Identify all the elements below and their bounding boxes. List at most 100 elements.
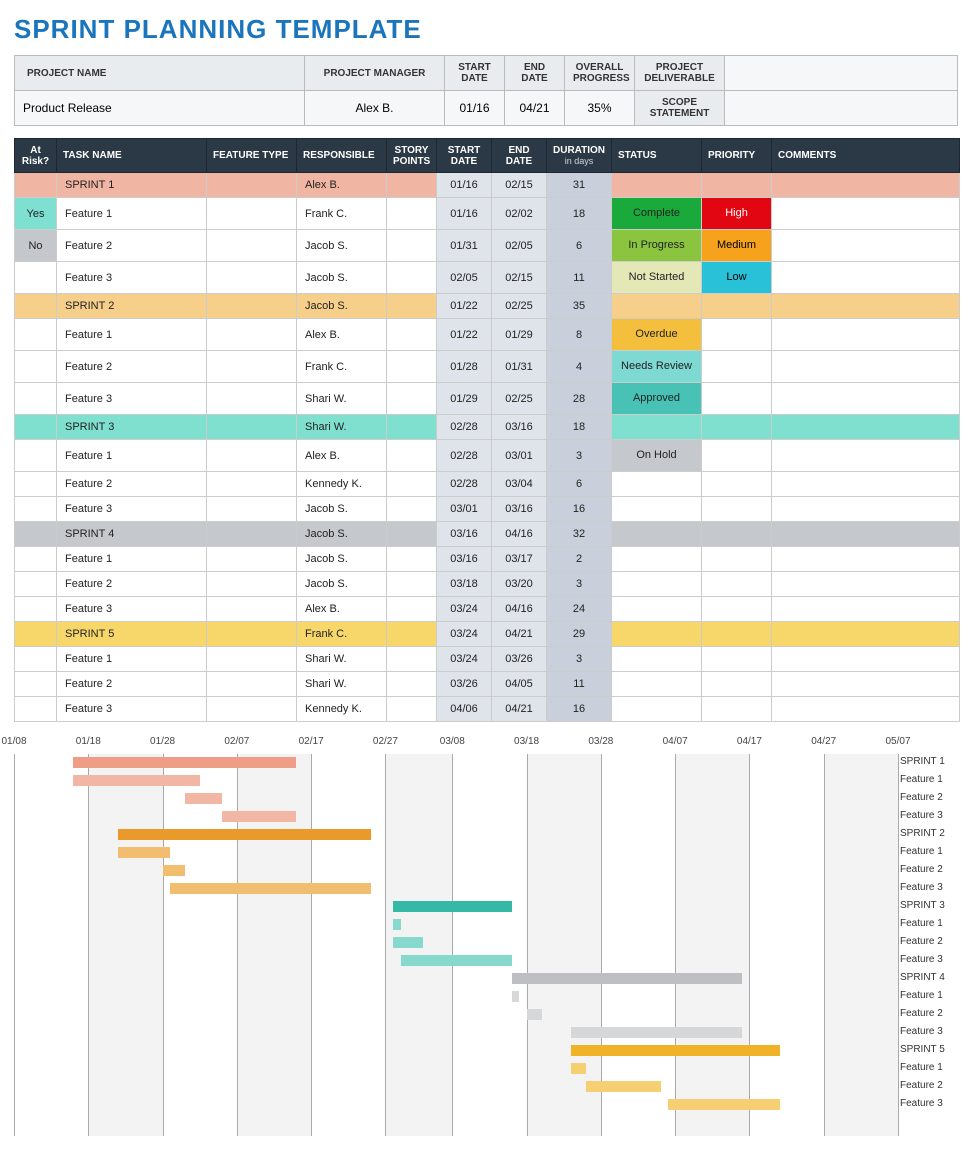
comments-cell[interactable] bbox=[772, 497, 960, 522]
story-points-cell[interactable] bbox=[387, 697, 437, 722]
story-points-cell[interactable] bbox=[387, 262, 437, 294]
at-risk-cell[interactable] bbox=[15, 672, 57, 697]
feature-type-cell[interactable] bbox=[207, 672, 297, 697]
responsible-cell[interactable]: Jacob S. bbox=[297, 230, 387, 262]
end-date-cell[interactable]: 01/31 bbox=[492, 351, 547, 383]
task-name-cell[interactable]: Feature 3 bbox=[57, 383, 207, 415]
task-row[interactable]: Feature 1Alex B.01/2201/298Overdue bbox=[15, 319, 960, 351]
comments-cell[interactable] bbox=[772, 230, 960, 262]
at-risk-cell[interactable] bbox=[15, 522, 57, 547]
at-risk-cell[interactable] bbox=[15, 262, 57, 294]
at-risk-cell[interactable] bbox=[15, 647, 57, 672]
end-date-cell[interactable]: 03/20 bbox=[492, 572, 547, 597]
end-date-cell[interactable]: 02/25 bbox=[492, 294, 547, 319]
start-date-cell[interactable]: 03/01 bbox=[437, 497, 492, 522]
end-date-cell[interactable]: 03/26 bbox=[492, 647, 547, 672]
proj-progress-value[interactable]: 35% bbox=[565, 91, 635, 126]
at-risk-cell[interactable] bbox=[15, 319, 57, 351]
end-date-cell[interactable]: 01/29 bbox=[492, 319, 547, 351]
duration-cell[interactable]: 6 bbox=[547, 230, 612, 262]
priority-cell[interactable] bbox=[702, 672, 772, 697]
start-date-cell[interactable]: 03/18 bbox=[437, 572, 492, 597]
end-date-cell[interactable]: 03/17 bbox=[492, 547, 547, 572]
at-risk-cell[interactable] bbox=[15, 415, 57, 440]
end-date-cell[interactable]: 04/05 bbox=[492, 672, 547, 697]
status-cell[interactable]: Overdue bbox=[612, 319, 702, 351]
comments-cell[interactable] bbox=[772, 262, 960, 294]
responsible-cell[interactable]: Frank C. bbox=[297, 351, 387, 383]
start-date-cell[interactable]: 02/28 bbox=[437, 415, 492, 440]
comments-cell[interactable] bbox=[772, 672, 960, 697]
task-row[interactable]: NoFeature 2Jacob S.01/3102/056In Progres… bbox=[15, 230, 960, 262]
end-date-cell[interactable]: 04/21 bbox=[492, 697, 547, 722]
story-points-cell[interactable] bbox=[387, 319, 437, 351]
task-row[interactable]: Feature 2Jacob S.03/1803/203 bbox=[15, 572, 960, 597]
end-date-cell[interactable]: 02/25 bbox=[492, 383, 547, 415]
priority-cell[interactable] bbox=[702, 351, 772, 383]
status-cell[interactable]: Complete bbox=[612, 198, 702, 230]
duration-cell[interactable]: 16 bbox=[547, 697, 612, 722]
task-name-cell[interactable]: Feature 2 bbox=[57, 351, 207, 383]
story-points-cell[interactable] bbox=[387, 622, 437, 647]
comments-cell[interactable] bbox=[772, 622, 960, 647]
feature-type-cell[interactable] bbox=[207, 522, 297, 547]
responsible-cell[interactable]: Kennedy K. bbox=[297, 472, 387, 497]
status-cell[interactable] bbox=[612, 597, 702, 622]
responsible-cell[interactable]: Jacob S. bbox=[297, 522, 387, 547]
at-risk-cell[interactable]: Yes bbox=[15, 198, 57, 230]
task-row[interactable]: Feature 2Kennedy K.02/2803/046 bbox=[15, 472, 960, 497]
duration-cell[interactable]: 32 bbox=[547, 522, 612, 547]
feature-type-cell[interactable] bbox=[207, 383, 297, 415]
task-row[interactable]: Feature 3Jacob S.02/0502/1511Not Started… bbox=[15, 262, 960, 294]
responsible-cell[interactable]: Alex B. bbox=[297, 597, 387, 622]
duration-cell[interactable]: 18 bbox=[547, 198, 612, 230]
story-points-cell[interactable] bbox=[387, 198, 437, 230]
status-cell[interactable] bbox=[612, 547, 702, 572]
duration-cell[interactable]: 24 bbox=[547, 597, 612, 622]
priority-cell[interactable] bbox=[702, 522, 772, 547]
status-cell[interactable] bbox=[612, 572, 702, 597]
at-risk-cell[interactable] bbox=[15, 472, 57, 497]
responsible-cell[interactable]: Shari W. bbox=[297, 383, 387, 415]
responsible-cell[interactable]: Alex B. bbox=[297, 319, 387, 351]
start-date-cell[interactable]: 01/28 bbox=[437, 351, 492, 383]
duration-cell[interactable]: 2 bbox=[547, 547, 612, 572]
start-date-cell[interactable]: 03/16 bbox=[437, 522, 492, 547]
task-row[interactable]: Feature 1Jacob S.03/1603/172 bbox=[15, 547, 960, 572]
feature-type-cell[interactable] bbox=[207, 294, 297, 319]
sprint-row[interactable]: SPRINT 4Jacob S.03/1604/1632 bbox=[15, 522, 960, 547]
duration-cell[interactable]: 16 bbox=[547, 497, 612, 522]
comments-cell[interactable] bbox=[772, 198, 960, 230]
task-name-cell[interactable]: Feature 3 bbox=[57, 497, 207, 522]
task-row[interactable]: Feature 3Kennedy K.04/0604/2116 bbox=[15, 697, 960, 722]
feature-type-cell[interactable] bbox=[207, 319, 297, 351]
start-date-cell[interactable]: 01/29 bbox=[437, 383, 492, 415]
end-date-cell[interactable]: 03/16 bbox=[492, 415, 547, 440]
at-risk-cell[interactable] bbox=[15, 294, 57, 319]
start-date-cell[interactable]: 03/24 bbox=[437, 597, 492, 622]
comments-cell[interactable] bbox=[772, 415, 960, 440]
priority-cell[interactable] bbox=[702, 383, 772, 415]
story-points-cell[interactable] bbox=[387, 522, 437, 547]
story-points-cell[interactable] bbox=[387, 472, 437, 497]
at-risk-cell[interactable] bbox=[15, 440, 57, 472]
end-date-cell[interactable]: 02/02 bbox=[492, 198, 547, 230]
feature-type-cell[interactable] bbox=[207, 262, 297, 294]
priority-cell[interactable] bbox=[702, 173, 772, 198]
responsible-cell[interactable]: Frank C. bbox=[297, 622, 387, 647]
end-date-cell[interactable]: 02/15 bbox=[492, 173, 547, 198]
feature-type-cell[interactable] bbox=[207, 198, 297, 230]
at-risk-cell[interactable] bbox=[15, 597, 57, 622]
responsible-cell[interactable]: Jacob S. bbox=[297, 262, 387, 294]
responsible-cell[interactable]: Shari W. bbox=[297, 415, 387, 440]
feature-type-cell[interactable] bbox=[207, 173, 297, 198]
feature-type-cell[interactable] bbox=[207, 351, 297, 383]
duration-cell[interactable]: 11 bbox=[547, 262, 612, 294]
task-row[interactable]: Feature 2Shari W.03/2604/0511 bbox=[15, 672, 960, 697]
comments-cell[interactable] bbox=[772, 647, 960, 672]
responsible-cell[interactable]: Shari W. bbox=[297, 672, 387, 697]
feature-type-cell[interactable] bbox=[207, 230, 297, 262]
at-risk-cell[interactable] bbox=[15, 351, 57, 383]
comments-cell[interactable] bbox=[772, 319, 960, 351]
status-cell[interactable]: On Hold bbox=[612, 440, 702, 472]
